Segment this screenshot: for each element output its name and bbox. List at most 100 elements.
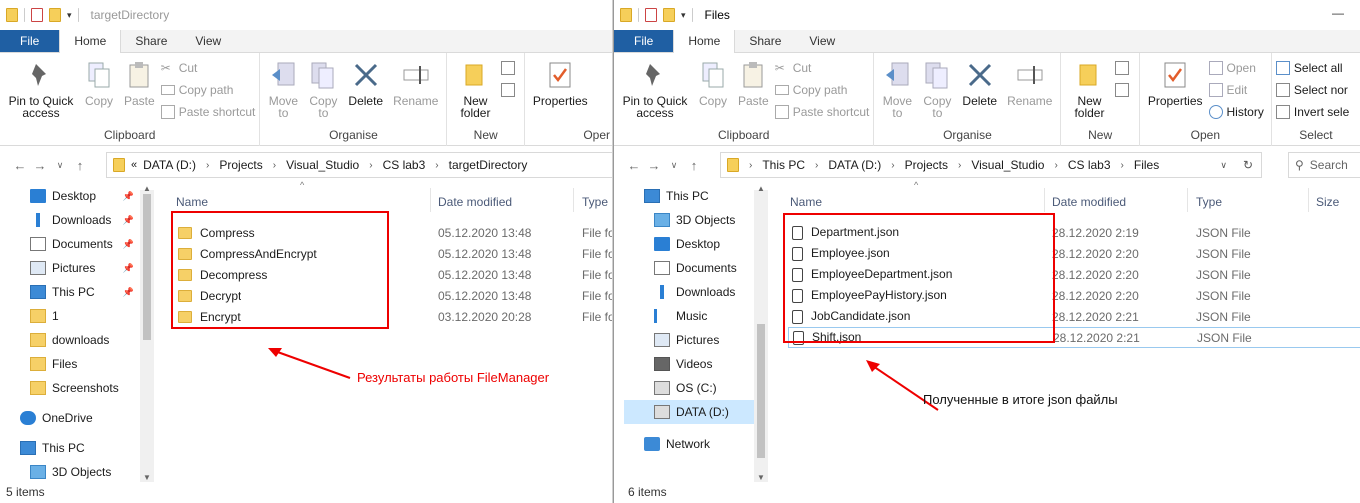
up-arrow-icon[interactable]: ↑ (70, 158, 90, 173)
breadcrumb-item[interactable]: CS lab3 (1068, 158, 1111, 172)
breadcrumb-item[interactable]: Visual_Studio (286, 158, 359, 172)
history-button[interactable]: History (1208, 103, 1264, 121)
column-type[interactable]: Type (582, 192, 608, 212)
nav-item[interactable]: Desktop 📌 (0, 184, 140, 208)
copy-path-button[interactable]: Copy path (774, 81, 870, 99)
paste-shortcut-button[interactable]: Paste shortcut (774, 103, 869, 121)
nav-item[interactable]: OS (C:) (624, 376, 754, 400)
tab-share[interactable]: Share (735, 30, 795, 52)
nav-item[interactable]: Downloads (624, 280, 754, 304)
address-bar[interactable]: › This PC › DATA (D:) › Projects › Visual_S… (720, 152, 1262, 178)
nav-item[interactable]: Network (624, 432, 754, 456)
nav-item[interactable]: Documents 📌 (0, 232, 140, 256)
nav-item[interactable]: Pictures (624, 328, 754, 352)
forward-arrow-icon[interactable]: → (30, 158, 50, 173)
pin-quick-access-button[interactable]: Pin to Quick access (4, 59, 78, 119)
paste-button[interactable]: Paste (734, 59, 773, 107)
address-bar[interactable]: « DATA (D:) › Projects › Visual_Studio › CS… (106, 152, 612, 178)
cut-button[interactable]: ✂ Cut (161, 59, 256, 77)
delete-button[interactable]: Delete (344, 59, 387, 107)
breadcrumb-item[interactable]: CS lab3 (383, 158, 426, 172)
recent-dropdown-icon[interactable]: ∨ (664, 160, 684, 171)
scrollbar-thumb[interactable] (757, 324, 765, 458)
properties-button[interactable]: Properties (1144, 59, 1207, 107)
nav-item[interactable]: This PC (624, 184, 754, 208)
breadcrumb-item[interactable]: Projects (905, 158, 948, 172)
tab-share[interactable]: Share (121, 30, 181, 52)
new-folder-button[interactable]: New folder (451, 59, 499, 119)
column-name[interactable]: Name (790, 192, 822, 212)
up-arrow-icon[interactable]: ↑ (684, 158, 704, 173)
scroll-up-icon[interactable]: ▲ (757, 184, 765, 193)
tab-home[interactable]: Home (673, 30, 736, 54)
scrollbar-thumb[interactable] (143, 194, 151, 340)
quick-access-dropdown-icon[interactable]: ▾ (67, 10, 72, 21)
easy-access-button[interactable] (1115, 81, 1130, 99)
nav-item[interactable]: Pictures 📌 (0, 256, 140, 280)
breadcrumb-item[interactable]: Files (1134, 158, 1159, 172)
nav-item[interactable]: OneDrive (0, 406, 140, 430)
paste-button[interactable]: Paste (120, 59, 159, 107)
pin-icon[interactable]: 📌 (123, 239, 134, 250)
column-type[interactable]: Type (1196, 192, 1222, 212)
address-dropdown-icon[interactable]: ∨ (1220, 160, 1227, 171)
column-date-modified[interactable]: Date modified (438, 192, 512, 212)
copy-path-button[interactable]: Copy path (160, 81, 256, 99)
properties-button[interactable]: Properties (529, 59, 592, 107)
pin-icon[interactable]: 📌 (123, 191, 134, 202)
nav-item[interactable]: Desktop (624, 232, 754, 256)
new-item-button[interactable] (1115, 59, 1130, 77)
new-item-button[interactable] (501, 59, 516, 77)
breadcrumb-item[interactable]: DATA (D:) (828, 158, 881, 172)
tab-file[interactable]: File (614, 30, 674, 52)
back-arrow-icon[interactable]: ← (10, 158, 30, 173)
minimize-icon[interactable]: — (1332, 6, 1344, 20)
nav-item[interactable]: Documents (624, 256, 754, 280)
invert-selection-button[interactable]: Invert sele (1275, 103, 1349, 121)
pin-quick-access-button[interactable]: Pin to Quick access (618, 59, 692, 119)
open-button[interactable]: Open (1208, 59, 1264, 77)
column-size[interactable]: Size (1316, 192, 1339, 212)
nav-scrollbar[interactable]: ▲ ▼ (754, 184, 768, 482)
new-folder-button[interactable]: New folder (1065, 59, 1113, 119)
rename-button[interactable]: Rename (1003, 59, 1056, 107)
tab-view[interactable]: View (795, 30, 849, 52)
breadcrumb-item[interactable]: targetDirectory (449, 158, 528, 172)
easy-access-button[interactable] (501, 81, 516, 99)
breadcrumb-item[interactable]: DATA (D:) (143, 158, 196, 172)
nav-item[interactable]: 1 (0, 304, 140, 328)
back-arrow-icon[interactable]: ← (624, 158, 644, 173)
nav-item[interactable]: This PC 📌 (0, 280, 140, 304)
breadcrumb-item[interactable]: Visual_Studio (971, 158, 1044, 172)
nav-item[interactable]: Music (624, 304, 754, 328)
recent-dropdown-icon[interactable]: ∨ (50, 160, 70, 171)
nav-item[interactable]: DATA (D:) (624, 400, 754, 424)
scroll-up-icon[interactable]: ▲ (143, 184, 151, 193)
breadcrumb-item[interactable]: Projects (219, 158, 262, 172)
cut-button[interactable]: ✂ Cut (775, 59, 870, 77)
scroll-down-icon[interactable]: ▼ (757, 473, 765, 482)
nav-scrollbar[interactable]: ▲ ▼ (140, 184, 154, 482)
column-name[interactable]: Name (176, 192, 208, 212)
tab-view[interactable]: View (181, 30, 235, 52)
select-all-button[interactable]: Select all (1275, 59, 1349, 77)
properties-quick-icon[interactable] (31, 8, 43, 22)
pin-icon[interactable]: 📌 (123, 215, 134, 226)
pin-icon[interactable]: 📌 (123, 287, 134, 298)
search-box[interactable]: ⚲ Search (1288, 152, 1360, 178)
nav-item[interactable]: Downloads 📌 (0, 208, 140, 232)
overflow-icon[interactable]: « (131, 159, 137, 171)
nav-item[interactable]: 3D Objects (624, 208, 754, 232)
copy-to-button[interactable]: Copy to (304, 59, 342, 119)
nav-item[interactable]: This PC (0, 436, 140, 460)
nav-item[interactable]: Screenshots (0, 376, 140, 400)
forward-arrow-icon[interactable]: → (644, 158, 664, 173)
properties-quick-icon[interactable] (645, 8, 657, 22)
pin-icon[interactable]: 📌 (123, 263, 134, 274)
copy-to-button[interactable]: Copy to (918, 59, 956, 119)
breadcrumb-item[interactable]: This PC (762, 158, 805, 172)
nav-item[interactable]: Files (0, 352, 140, 376)
delete-button[interactable]: Delete (958, 59, 1001, 107)
copy-button[interactable]: Copy (80, 59, 118, 107)
edit-button[interactable]: Edit (1208, 81, 1264, 99)
